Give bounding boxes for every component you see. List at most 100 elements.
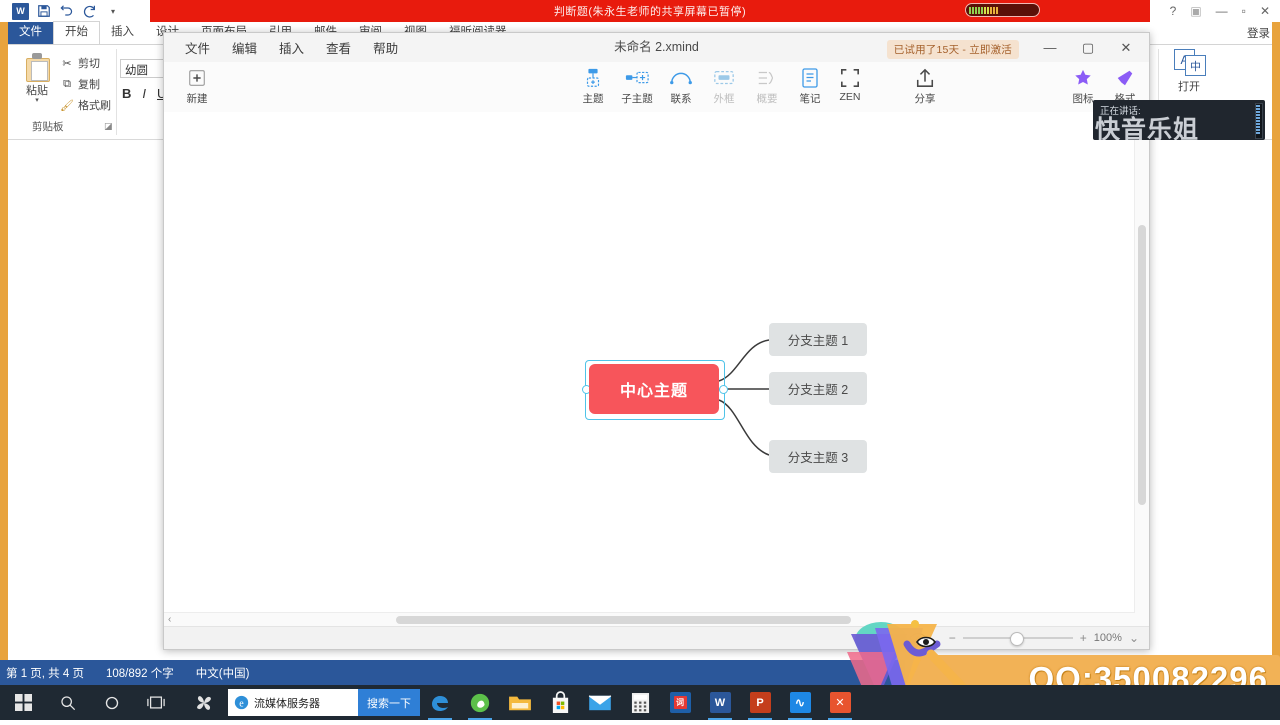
screen-share-banner: 判断题(朱永生老师的共享屏幕已暂停) [150, 0, 1150, 22]
format-painter-button[interactable]: 🖌 格式刷 [60, 97, 111, 113]
xmind-toolbar[interactable]: 新建 主题 子主题 联系 外框 概要 笔记 ZEN 分享 图标 格式 [164, 62, 1149, 113]
menu-file[interactable]: 文件 [174, 34, 221, 61]
format-painter-label: 格式刷 [78, 100, 111, 112]
search-submit-button[interactable]: 搜索一下 [358, 689, 420, 716]
browser-green-icon[interactable] [460, 685, 500, 720]
paste-button[interactable]: 粘贴 ▾ [18, 53, 56, 104]
xmind-window-controls[interactable]: — ▢ ✕ [1031, 33, 1145, 62]
share-icon [902, 67, 948, 89]
file-explorer-icon[interactable] [500, 685, 540, 720]
search-input[interactable]: e 流媒体服务器 [228, 689, 358, 716]
trial-activation-badge[interactable]: 已试用了15天 - 立即激活 [886, 40, 1019, 59]
toolbar-share[interactable]: 分享 [902, 67, 948, 106]
search-icon[interactable] [46, 685, 90, 720]
edge-icon[interactable] [420, 685, 460, 720]
summary-icon [744, 67, 790, 89]
calculator-icon[interactable] [620, 685, 660, 720]
cut-button[interactable]: ✂ 剪切 [60, 55, 100, 71]
ribbon-tab-file[interactable]: 文件 [8, 22, 53, 44]
xmind-canvas[interactable]: 中心主题 分支主题 1 分支主题 2 分支主题 3 [164, 112, 1149, 636]
ribbon-divider [116, 49, 117, 135]
selection-handle-right[interactable] [719, 385, 728, 394]
customize-qat-icon[interactable]: ▾ [105, 3, 121, 19]
xmind-status-bar: − + 100% ⌄ [164, 626, 1149, 649]
quick-access-toolbar[interactable]: W ▾ [8, 0, 121, 22]
redo-icon[interactable] [82, 3, 98, 19]
sign-in-link[interactable]: 登录 [1247, 25, 1270, 41]
mail-icon[interactable] [580, 685, 620, 720]
word-icon[interactable]: W [700, 685, 740, 720]
clipboard-dialog-launcher-icon[interactable]: ◪ [104, 121, 113, 132]
undo-icon[interactable] [59, 3, 75, 19]
toolbar-summary[interactable]: 概要 [744, 67, 790, 106]
menu-view[interactable]: 查看 [315, 34, 362, 61]
bold-button[interactable]: B [122, 86, 131, 101]
paste-dropdown-icon[interactable]: ▾ [18, 97, 56, 104]
word-window-controls[interactable]: ? ▣ — ▫ ✕ [1170, 0, 1276, 22]
meeting-app-icon[interactable]: ∿ [780, 685, 820, 720]
toolbar-subtopic-label: 子主题 [621, 93, 653, 105]
toolbar-relationship-label: 联系 [670, 93, 692, 105]
branch-topic-3[interactable]: 分支主题 3 [769, 440, 867, 473]
toolbar-zen[interactable]: ZEN [820, 67, 880, 103]
clipboard-group: 粘贴 ▾ ✂ 剪切 ⧉ 复制 🖌 格式刷 剪贴板 ◪ [10, 47, 118, 135]
paste-label: 粘贴 [26, 85, 48, 97]
minimize-icon[interactable]: — [1216, 4, 1228, 18]
toolbar-topic[interactable]: 主题 [570, 67, 616, 106]
ribbon-tab-home[interactable]: 开始 [53, 21, 100, 45]
xmind-menu-items[interactable]: 文件 编辑 插入 查看 帮助 [174, 33, 409, 62]
menu-help[interactable]: 帮助 [362, 34, 409, 61]
cortana-circle-icon[interactable] [90, 685, 134, 720]
task-view-icon[interactable] [134, 685, 178, 720]
help-icon[interactable]: ? [1170, 4, 1177, 18]
zoom-slider[interactable] [962, 632, 1073, 646]
vertical-scroll-thumb[interactable] [1138, 225, 1146, 505]
powerpoint-icon[interactable]: P [740, 685, 780, 720]
toolbar-boundary-label: 外框 [713, 93, 735, 105]
shortcut-fan-icon[interactable] [184, 685, 224, 720]
toolbar-boundary[interactable]: 外框 [701, 67, 747, 106]
canvas-vertical-scrollbar[interactable]: ⌄ [1134, 112, 1149, 636]
scissors-icon: ✂ [62, 57, 72, 70]
zen-mode-icon [820, 67, 880, 89]
toolbar-relationship[interactable]: 联系 [658, 67, 704, 106]
windows-taskbar[interactable]: e 流媒体服务器 搜索一下 词 W P ∿ ✕ [0, 685, 1280, 720]
italic-button[interactable]: I [142, 86, 146, 101]
menu-edit[interactable]: 编辑 [221, 34, 268, 61]
horizontal-scroll-thumb[interactable] [396, 616, 851, 624]
clipboard-group-label: 剪贴板 [32, 121, 64, 133]
translate-label: 打开 [1178, 81, 1200, 93]
ribbon-options-icon[interactable]: ▣ [1190, 4, 1201, 18]
save-icon[interactable] [36, 3, 52, 19]
copy-button[interactable]: ⧉ 复制 [60, 76, 100, 92]
currently-speaking-popup: 正在讲话: 快音乐姐 [1093, 100, 1265, 140]
font-style-buttons[interactable]: B I U [122, 86, 166, 101]
canvas-horizontal-scrollbar[interactable]: ‹ [164, 612, 1135, 627]
xmind-maximize-icon[interactable]: ▢ [1069, 33, 1107, 62]
windows-start-icon[interactable] [0, 685, 46, 720]
copy-icon: ⧉ [63, 77, 71, 90]
toolbar-new[interactable]: 新建 [174, 67, 220, 106]
xmind-minimize-icon[interactable]: — [1031, 33, 1069, 62]
central-topic-node[interactable]: 中心主题 [589, 364, 719, 414]
translate-group[interactable]: A 中 打开 [1163, 49, 1215, 94]
branch-topic-1[interactable]: 分支主题 1 [769, 323, 867, 356]
toolbar-topic-label: 主题 [582, 93, 604, 105]
zoom-dropdown-icon[interactable]: ⌄ [1129, 631, 1139, 645]
toolbar-subtopic[interactable]: 子主题 [614, 67, 660, 106]
screen-share-border-left [0, 0, 8, 660]
zoom-control[interactable]: − + 100% ⌄ [949, 627, 1139, 649]
zoom-slider-handle[interactable] [1009, 632, 1024, 646]
close-icon[interactable]: ✕ [1260, 4, 1270, 18]
menu-insert[interactable]: 插入 [268, 34, 315, 61]
xmind-icon[interactable]: ✕ [820, 685, 860, 720]
ribbon-tab-insert[interactable]: 插入 [100, 22, 145, 44]
xmind-close-icon[interactable]: ✕ [1107, 33, 1145, 62]
branch-topic-2[interactable]: 分支主题 2 [769, 372, 867, 405]
cut-label: 剪切 [78, 58, 100, 70]
maximize-icon[interactable]: ▫ [1242, 4, 1246, 18]
scroll-left-icon[interactable]: ‹ [168, 613, 171, 627]
youdao-icon[interactable]: 词 [660, 685, 700, 720]
microsoft-store-icon[interactable] [540, 685, 580, 720]
zoom-in-button[interactable]: + [1080, 631, 1087, 645]
